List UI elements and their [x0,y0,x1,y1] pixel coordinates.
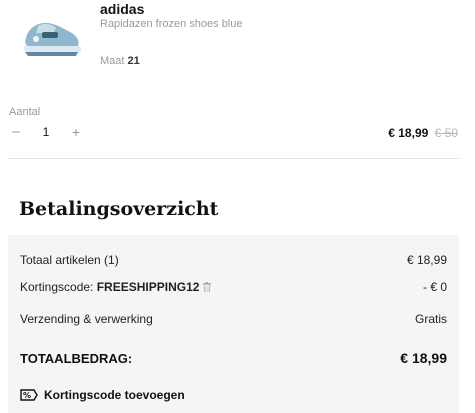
product-size: Maat 21 [100,55,140,67]
discount-tag-icon: % [20,389,38,401]
add-discount-code-label: Kortingscode toevoegen [44,388,185,402]
summary-row-items: Totaal artikelen (1) € 18,99 [20,253,447,267]
total-label: TOTAALBEDRAG: [20,350,133,366]
cart-item: adidas Rapidazen frozen shoes blue Maat … [0,0,475,141]
total-value: € 18,99 [400,350,447,366]
discount-code-label: Kortingscode: FREESHIPPING12 [20,280,212,294]
current-price: € 18,99 [388,126,429,140]
svg-text:%: % [23,391,31,400]
discount-code-value: FREESHIPPING12 [96,280,200,294]
size-label: Maat [100,55,125,67]
items-total-label: Totaal artikelen (1) [20,253,119,267]
original-price: € 50 [434,126,458,140]
shipping-label: Verzending & verwerking [20,312,153,326]
trash-icon[interactable] [203,282,212,292]
items-total-value: € 18,99 [406,253,447,267]
shipping-value: Gratis [414,312,447,326]
quantity-increase-button[interactable]: + [69,124,83,140]
quantity-value: 1 [42,125,50,139]
quantity-stepper: − 1 + [9,124,83,141]
product-brand[interactable]: adidas [100,1,144,17]
add-discount-code-button[interactable]: % Kortingscode toevoegen [20,388,185,402]
discount-amount: - € 0 [422,280,447,294]
quantity-label: Aantal [9,106,41,118]
product-image[interactable] [18,8,88,64]
quantity-decrease-button[interactable]: − [9,124,23,141]
payment-summary: Totaal artikelen (1) € 18,99 Kortingscod… [8,235,459,413]
divider [8,158,459,159]
discount-code-prefix: Kortingscode: [20,280,97,294]
item-price: € 18,99 € 50 [388,126,458,140]
size-value: 21 [127,55,140,67]
summary-row-total: TOTAALBEDRAG: € 18,99 [20,350,447,366]
product-name[interactable]: Rapidazen frozen shoes blue [100,18,242,30]
summary-row-discount: Kortingscode: FREESHIPPING12 - € 0 [20,280,447,294]
summary-title: Betalingsoverzicht [19,198,219,220]
summary-row-shipping: Verzending & verwerking Gratis [20,312,447,326]
